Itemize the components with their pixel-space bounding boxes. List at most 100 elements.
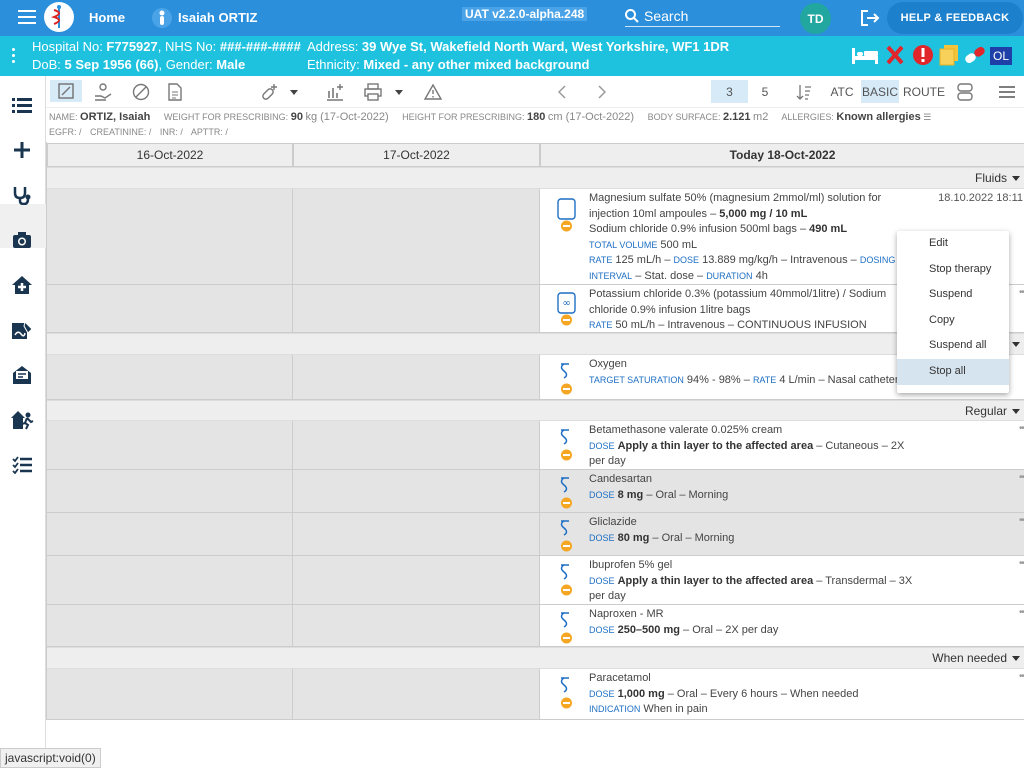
basic-view-button[interactable]: BASIC — [861, 80, 899, 103]
medication-row[interactable]: ∞ Potassium chloride 0.3% (potassium 40m… — [47, 285, 1024, 333]
drag-handle-icon[interactable]: • • • — [1019, 607, 1024, 618]
med-name: Ibuprofen 5% gel — [589, 559, 673, 571]
user-avatar[interactable]: TD — [800, 3, 831, 34]
weight-label: WEIGHT FOR PRESCRIBING: — [163, 112, 289, 122]
add-medication-icon[interactable] — [258, 82, 280, 102]
patient-name[interactable]: Isaiah ORTIZ — [178, 10, 257, 25]
drag-handle-icon[interactable]: • • • — [1019, 423, 1024, 434]
sidebar — [0, 76, 46, 768]
add-chart-icon[interactable] — [324, 82, 346, 102]
medication-administration-icon — [560, 429, 572, 461]
group-icon[interactable] — [954, 82, 976, 102]
camera-icon[interactable] — [10, 228, 34, 252]
menu-item-suspend-all[interactable]: Suspend all — [897, 333, 1009, 359]
menu-item-edit[interactable]: Edit — [897, 231, 1009, 257]
more-vertical-icon[interactable] — [12, 48, 16, 66]
height-value: 180 — [527, 111, 546, 123]
height-label: HEIGHT FOR PRESCRIBING: — [402, 112, 525, 122]
medication-row[interactable]: Magnesium sulfate 50% (magnesium 2mmol/m… — [47, 189, 1024, 285]
field-label: RATE — [589, 320, 613, 330]
date-column-header[interactable]: 17-Oct-2022 — [293, 143, 540, 167]
medication-row[interactable]: Naproxen - MR DOSE 250–500 mg – Oral – 2… — [47, 605, 1024, 647]
medication-row[interactable]: Candesartan DOSE 8 mg – Oral – Morning •… — [47, 470, 1024, 513]
drag-handle-icon[interactable]: • • • — [1019, 472, 1024, 483]
category-regular[interactable]: Regular — [47, 400, 1024, 421]
field-label: DOSE — [589, 688, 615, 699]
app-logo[interactable] — [44, 2, 74, 32]
menu-item-suspend[interactable]: Suspend — [897, 282, 1009, 308]
warning-alert-icon[interactable] — [912, 44, 934, 66]
help-feedback-button[interactable]: HELP & FEEDBACK — [887, 2, 1023, 34]
medication-administration-icon — [560, 520, 572, 552]
medication-details: Gliclazide DOSE 80 mg – Oral – Morning — [589, 515, 919, 546]
home-link[interactable]: Home — [89, 10, 125, 25]
route-view-button[interactable]: ROUTE — [903, 82, 945, 102]
date-column-header[interactable]: 16-Oct-2022 — [47, 143, 293, 167]
menu-item-copy[interactable]: Copy — [897, 308, 1009, 334]
chart-view-icon[interactable] — [50, 80, 82, 102]
menu-icon[interactable] — [18, 10, 36, 24]
days-5-button[interactable]: 5 — [752, 82, 778, 102]
medication-row[interactable]: Betamethasone valerate 0.025% cream DOSE… — [47, 421, 1024, 470]
bed-icon[interactable] — [850, 44, 880, 66]
documents-icon[interactable] — [938, 44, 960, 66]
menu-item-stop-all[interactable]: Stop all — [897, 358, 1009, 385]
drag-handle-icon[interactable]: • • • — [1019, 515, 1024, 526]
more-menu-icon[interactable] — [996, 82, 1018, 102]
chevron-down-icon — [1012, 342, 1020, 347]
category-fluids[interactable]: Fluids — [47, 167, 1024, 189]
sort-icon[interactable] — [794, 82, 814, 102]
menu-item-stop-therapy[interactable]: Stop therapy — [897, 257, 1009, 283]
next-day-icon[interactable] — [592, 82, 612, 102]
nhs-label: , NHS No: — [157, 39, 220, 54]
close-alert-icon[interactable] — [885, 44, 905, 66]
document-icon[interactable] — [164, 82, 186, 102]
medication-row[interactable]: Oxygen TARGET SATURATION 94% - 98% – RAT… — [47, 355, 1024, 400]
med-name: Betamethasone valerate 0.025% cream — [589, 424, 783, 436]
add-icon[interactable] — [10, 138, 34, 162]
medication-details: Potassium chloride 0.3% (potassium 40mmo… — [589, 287, 919, 334]
logout-icon[interactable] — [860, 9, 880, 27]
hand-medication-icon[interactable] — [92, 82, 114, 102]
search-input[interactable]: Search — [625, 5, 780, 27]
route-frequency: – Cutaneous – 2X — [813, 439, 905, 452]
days-3-button[interactable]: 3 — [711, 80, 748, 103]
medication-pill-icon[interactable] — [962, 44, 988, 66]
medication-row[interactable]: Gliclazide DOSE 80 mg – Oral – Morning •… — [47, 513, 1024, 556]
list-icon[interactable] — [10, 93, 34, 117]
ethnicity-label: Ethnicity: — [307, 57, 364, 72]
date-column-header-today[interactable]: Today 18-Oct-2022 — [540, 143, 1024, 167]
atc-view-button[interactable]: ATC — [828, 82, 856, 102]
warning-icon[interactable] — [422, 82, 444, 102]
medication-row[interactable]: Ibuprofen 5% gel DOSE Apply a thin layer… — [47, 556, 1024, 605]
allergies-info[interactable]: ALLERGIES: Known allergies ☰ — [781, 111, 931, 123]
print-dropdown-icon[interactable] — [393, 82, 405, 102]
medication-details: Candesartan DOSE 8 mg – Oral – Morning — [589, 472, 919, 503]
pill-icon[interactable] — [130, 82, 152, 102]
chart-toolbar: 3 5 ATC BASIC ROUTE — [46, 76, 1024, 108]
stethoscope-icon[interactable] — [10, 183, 34, 207]
medication-row[interactable]: Paracetamol DOSE 1,000 mg – Oral – Every… — [47, 669, 1024, 720]
add-medication-dropdown-icon[interactable] — [288, 82, 300, 102]
home-care-icon[interactable] — [10, 273, 34, 297]
category-divider[interactable] — [47, 333, 1024, 355]
drag-handle-icon[interactable]: • • • — [1019, 558, 1024, 569]
rate-value: 4 L/min – Nasal catheter — [776, 373, 899, 386]
inbox-icon[interactable] — [10, 363, 34, 387]
category-when-needed[interactable]: When needed — [47, 647, 1024, 669]
previous-day-icon[interactable] — [552, 82, 572, 102]
drag-handle-icon[interactable]: • • • — [1019, 671, 1024, 682]
rate-value: 50 mL/h – Intravenous – CONTINUOUS INFUS… — [612, 319, 867, 331]
checklist-icon[interactable] — [10, 453, 34, 477]
medication-details: Ibuprofen 5% gel DOSE Apply a thin layer… — [589, 558, 919, 605]
medication-administration-icon — [560, 363, 572, 395]
drag-handle-icon[interactable]: • • • — [1019, 287, 1024, 298]
indication-value: When in pain — [640, 703, 708, 715]
creatinine-label: CREATININE: / — [90, 127, 152, 137]
discharge-icon[interactable] — [10, 408, 34, 432]
medication-details: Oxygen TARGET SATURATION 94% - 98% – RAT… — [589, 357, 919, 388]
route-frequency: – Oral – 2X per day — [679, 623, 779, 636]
signature-icon[interactable] — [10, 318, 34, 342]
print-icon[interactable] — [362, 82, 384, 102]
ol-badge[interactable]: OL — [990, 47, 1012, 65]
